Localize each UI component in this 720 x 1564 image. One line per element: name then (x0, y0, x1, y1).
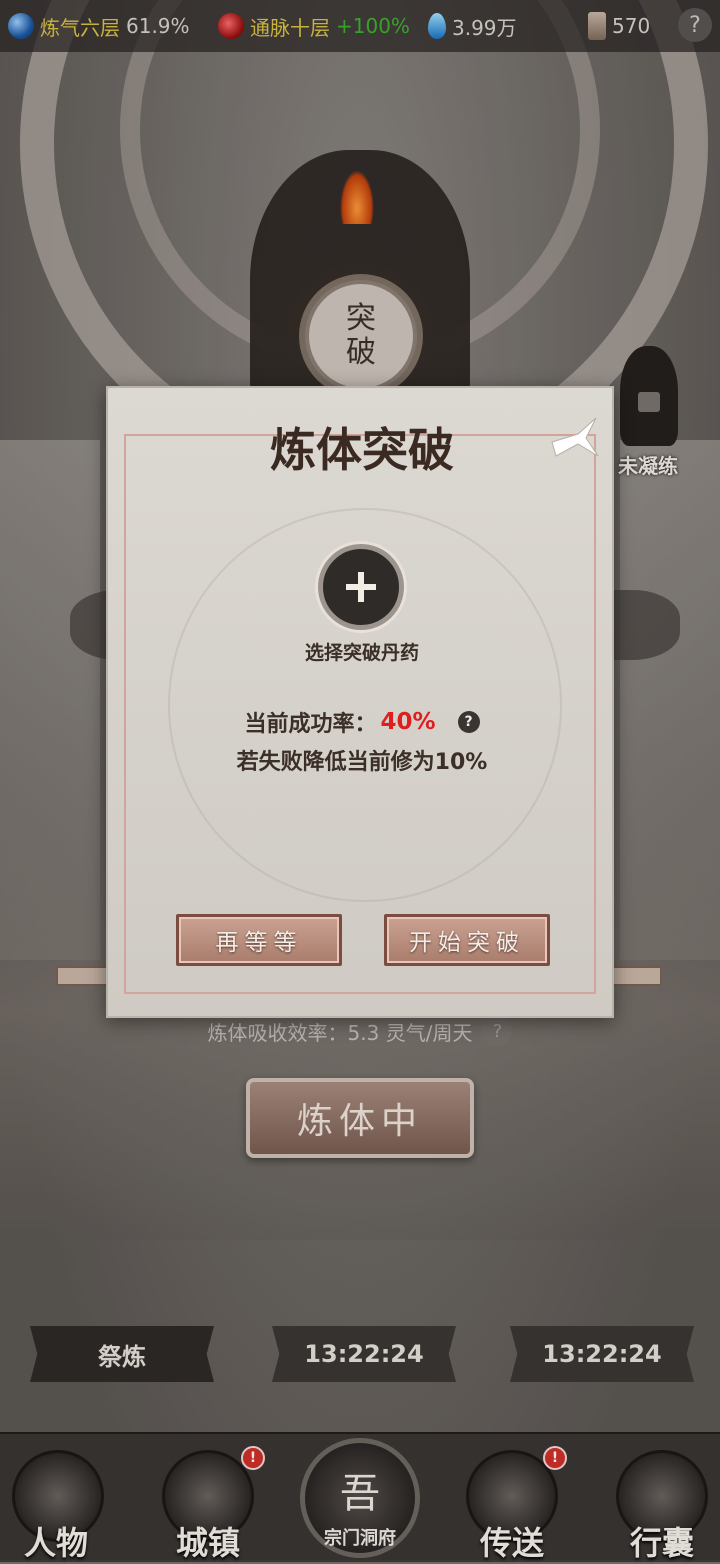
wait-button[interactable]: 再等等 (176, 914, 342, 966)
fail-penalty-text: 若失败降低当前修为10% (236, 750, 488, 775)
success-rate-label: 当前成功率： (244, 712, 377, 737)
success-rate-row: 当前成功率： 40% ? (108, 706, 616, 738)
rate-help-icon[interactable]: ? (457, 711, 480, 733)
select-pill-label: 选择突破丹药 (304, 642, 419, 664)
start-breakthrough-button[interactable]: 开始突破 (384, 914, 550, 966)
close-button[interactable] (546, 410, 602, 464)
plus-icon (346, 572, 376, 602)
dialog-title: 炼体突破 (270, 423, 454, 477)
select-pill-button[interactable] (318, 544, 404, 630)
close-icon (551, 417, 599, 457)
breakthrough-dialog: 炼体突破 选择突破丹药 当前成功率： 40% ? 若失败降低当前修为10% 再等… (106, 386, 614, 1018)
success-rate-value: 40% (380, 709, 436, 735)
